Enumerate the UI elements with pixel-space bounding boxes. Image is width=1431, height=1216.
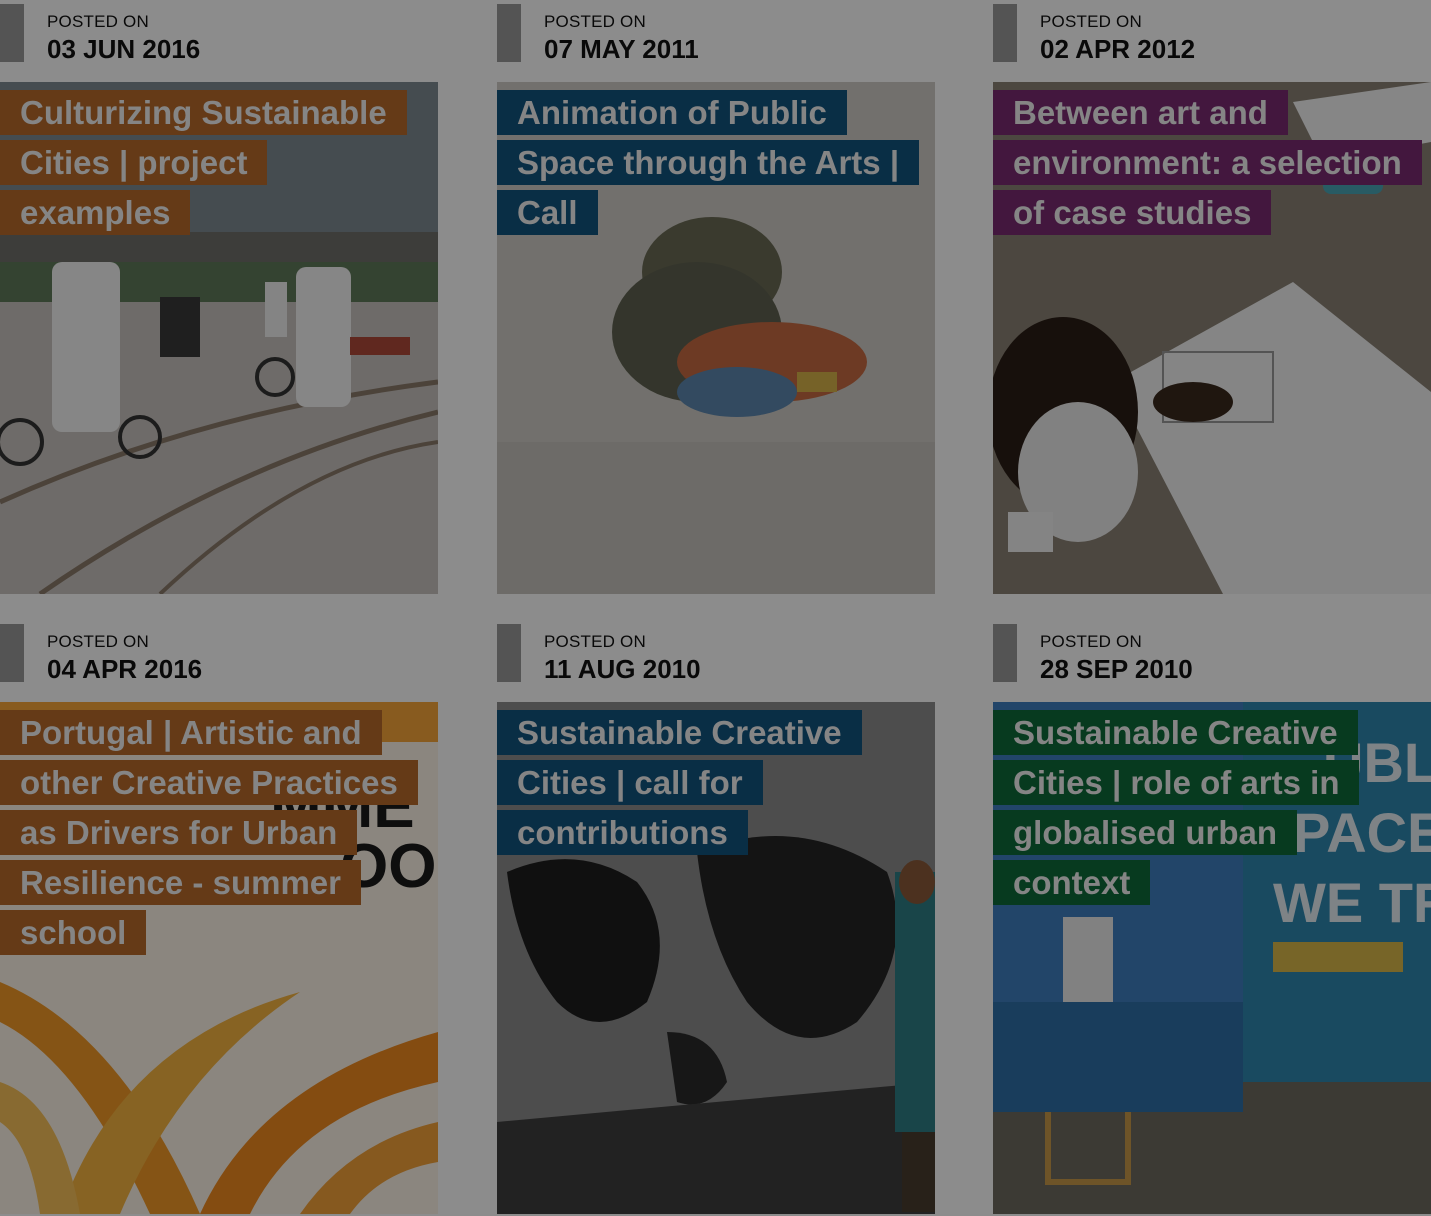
post-thumbnail[interactable]: Culturizing Sustainable Cities | project…: [0, 82, 438, 594]
post-thumbnail[interactable]: Animation of Public Space through the Ar…: [497, 82, 935, 594]
date-accent-bar: [993, 624, 1017, 682]
post-meta: POSTED ON 04 APR 2016: [0, 620, 438, 702]
post-card[interactable]: POSTED ON 03 JUN 2016 Culturizing Sustai…: [0, 0, 438, 594]
posted-on-label: POSTED ON: [544, 12, 646, 31]
post-thumbnail[interactable]: MME OO Portugal | Artistic and other Cre…: [0, 702, 438, 1214]
post-title[interactable]: Between art and environment: a selection…: [993, 90, 1422, 235]
post-thumbnail[interactable]: Sustainable Creative Cities | call for c…: [497, 702, 935, 1214]
post-thumbnail[interactable]: UBL PACE WE TRU Sustainable Creative Cit…: [993, 702, 1431, 1214]
post-card[interactable]: POSTED ON 11 AUG 2010 Sustainable Creati…: [497, 620, 935, 1214]
post-card[interactable]: POSTED ON 04 APR 2016 MME OO Portugal | …: [0, 620, 438, 1214]
post-meta: POSTED ON 07 MAY 2011: [497, 0, 935, 82]
post-title[interactable]: Culturizing Sustainable Cities | project…: [0, 90, 407, 235]
post-meta: POSTED ON 03 JUN 2016: [0, 0, 438, 82]
post-title[interactable]: Sustainable Creative Cities | role of ar…: [993, 710, 1360, 905]
posted-on-label: POSTED ON: [1040, 12, 1142, 31]
post-title-wrap: Sustainable Creative Cities | role of ar…: [993, 708, 1413, 908]
date-accent-bar: [497, 4, 521, 62]
post-date: 28 SEP 2010: [1040, 654, 1193, 684]
date-accent-bar: [497, 624, 521, 682]
posted-on-label: POSTED ON: [47, 632, 149, 651]
post-card[interactable]: POSTED ON 02 APR 2012 Between art and en…: [993, 0, 1431, 594]
post-title-wrap: Portugal | Artistic and other Creative P…: [0, 708, 420, 958]
post-title-wrap: Culturizing Sustainable Cities | project…: [0, 88, 420, 238]
post-date: 02 APR 2012: [1040, 34, 1196, 64]
post-meta: POSTED ON 11 AUG 2010: [497, 620, 935, 702]
post-meta: POSTED ON 02 APR 2012: [993, 0, 1431, 82]
post-title[interactable]: Sustainable Creative Cities | call for c…: [497, 710, 862, 855]
post-date: 03 JUN 2016: [47, 34, 201, 64]
post-meta: POSTED ON 28 SEP 2010: [993, 620, 1431, 702]
posted-on-label: POSTED ON: [1040, 632, 1142, 651]
post-date: 04 APR 2016: [47, 654, 203, 684]
post-date: 11 AUG 2010: [544, 654, 701, 684]
posted-on-label: POSTED ON: [544, 632, 646, 651]
date-accent-bar: [0, 624, 24, 682]
date-accent-bar: [993, 4, 1017, 62]
post-card[interactable]: POSTED ON 28 SEP 2010 UBL PACE WE TRU Su…: [993, 620, 1431, 1214]
post-date: 07 MAY 2011: [544, 34, 699, 64]
date-accent-bar: [0, 4, 24, 62]
post-card[interactable]: POSTED ON 07 MAY 2011 Animation of Publi…: [497, 0, 935, 594]
post-thumbnail[interactable]: Between art and environment: a selection…: [993, 82, 1431, 594]
post-title-wrap: Sustainable Creative Cities | call for c…: [497, 708, 917, 858]
post-title-wrap: Between art and environment: a selection…: [993, 88, 1422, 238]
post-title[interactable]: Animation of Public Space through the Ar…: [497, 90, 920, 235]
post-title[interactable]: Portugal | Artistic and other Creative P…: [0, 710, 418, 955]
post-grid: POSTED ON 03 JUN 2016 Culturizing Sustai…: [0, 0, 1431, 1216]
posted-on-label: POSTED ON: [47, 12, 149, 31]
post-title-wrap: Animation of Public Space through the Ar…: [497, 88, 920, 238]
